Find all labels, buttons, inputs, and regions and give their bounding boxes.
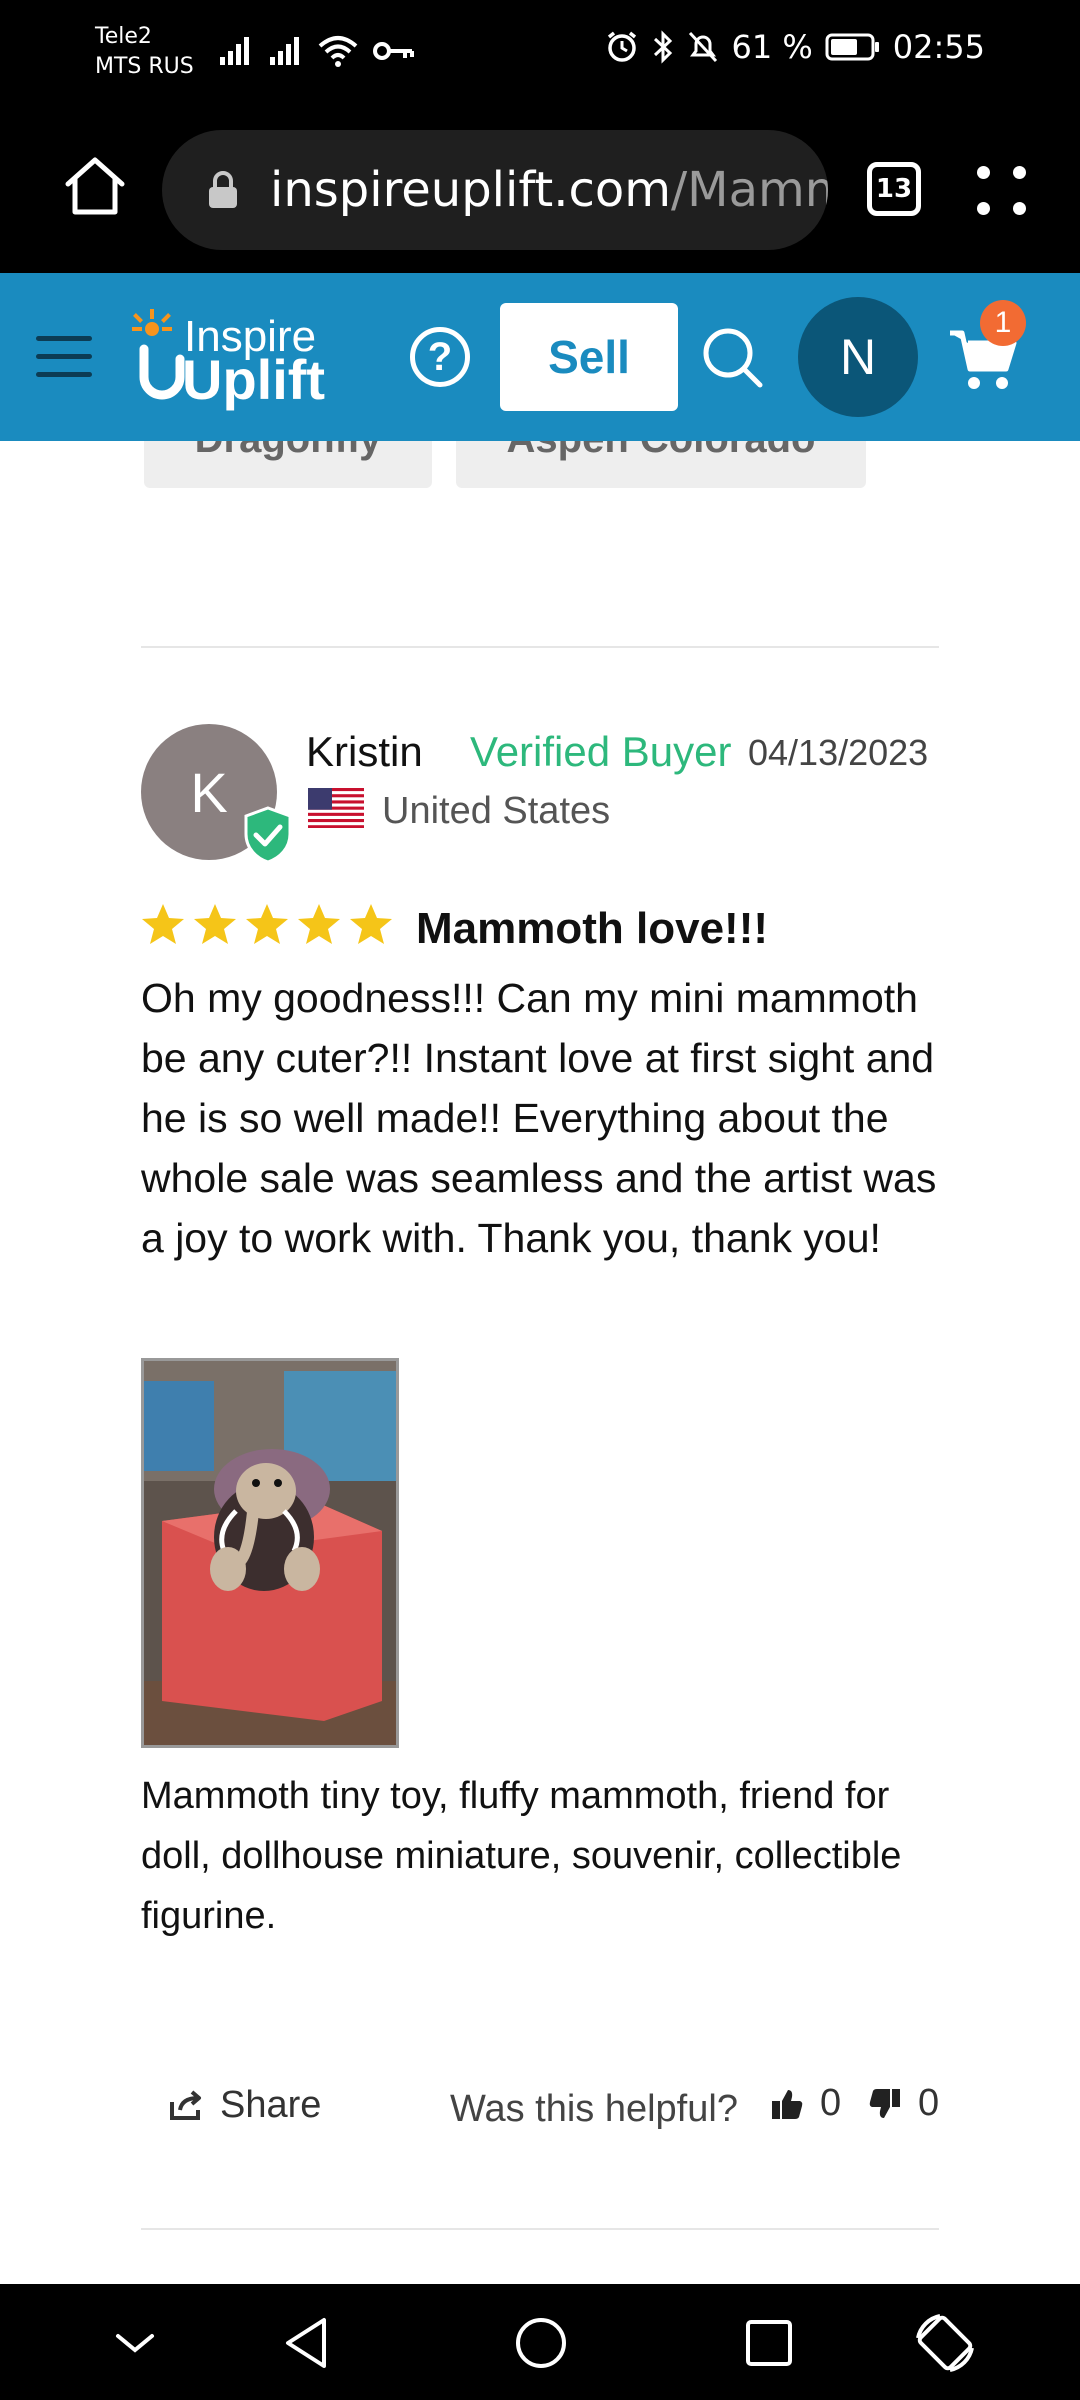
mammoth-toy-photo xyxy=(144,1361,396,1745)
bluetooth-icon xyxy=(654,30,673,64)
reviewer-name: Kristin xyxy=(306,728,423,775)
search-icon[interactable] xyxy=(700,325,764,389)
battery-icon xyxy=(825,33,879,61)
tag-chip[interactable]: Aspen Colorado xyxy=(456,441,866,488)
lock-icon xyxy=(209,171,237,208)
star-icon xyxy=(194,904,236,944)
star-icon xyxy=(246,904,288,944)
review-title: Mammoth love!!! xyxy=(416,904,768,953)
helpful-yes-count: 0 xyxy=(820,2082,842,2124)
carrier-info: Tele2 MTS RUS xyxy=(95,22,194,82)
helpful-yes-button[interactable]: 0 xyxy=(770,2082,841,2125)
share-label: Share xyxy=(220,2084,322,2126)
star-icon xyxy=(350,904,392,944)
back-icon[interactable] xyxy=(274,2308,344,2378)
section-divider xyxy=(141,646,939,648)
address-bar[interactable]: inspireuplift.com/Mamm xyxy=(162,130,828,250)
logo-text-uplift: Uplift xyxy=(182,348,325,411)
wifi-icon xyxy=(318,36,358,67)
browser-toolbar: inspireuplift.com/Mamm 13 xyxy=(0,110,1080,273)
cart-count-badge: 1 xyxy=(980,300,1026,346)
url-text: inspireuplift.com/Mamm xyxy=(270,162,828,218)
status-right: 61 % 02:55 xyxy=(605,28,985,66)
vpn-key-icon xyxy=(373,42,414,60)
site-header: Inspire Uplift ? Sell N xyxy=(0,273,1080,441)
review-date: 04/13/2023 xyxy=(748,732,929,773)
share-button[interactable]: Share xyxy=(168,2084,321,2127)
system-nav-bar xyxy=(0,2284,1080,2400)
review-photo[interactable] xyxy=(141,1358,399,1748)
rotate-screen-icon[interactable] xyxy=(910,2308,980,2378)
star-icon xyxy=(298,904,340,944)
user-avatar-button[interactable]: N xyxy=(798,297,918,417)
recents-icon[interactable] xyxy=(734,2308,804,2378)
url-path: /Mamm xyxy=(671,162,828,218)
browser-menu-icon[interactable] xyxy=(975,164,1029,218)
signal-icons xyxy=(218,34,416,68)
thumbs-down-icon xyxy=(869,2088,900,2118)
share-icon xyxy=(170,2089,201,2120)
sell-button[interactable]: Sell xyxy=(500,303,678,411)
url-domain: inspireuplift.com xyxy=(270,162,671,218)
carrier-name-2: MTS RUS xyxy=(95,54,194,79)
home-nav-icon[interactable] xyxy=(506,2308,576,2378)
verified-buyer-label: Verified Buyer xyxy=(470,728,732,775)
home-icon[interactable] xyxy=(62,154,128,220)
verified-badge-icon xyxy=(244,806,292,864)
status-bar: Tele2 MTS RUS 61 % 02:55 xyxy=(0,0,1080,110)
helpful-label: Was this helpful? xyxy=(450,2088,738,2130)
us-flag-icon xyxy=(308,788,364,828)
section-divider xyxy=(141,2228,939,2230)
battery-percent: 61 % xyxy=(731,28,813,66)
alarm-icon xyxy=(608,31,637,62)
signal-icon xyxy=(220,37,249,65)
hamburger-menu-icon[interactable] xyxy=(36,336,92,378)
thumbs-up-icon xyxy=(772,2089,803,2119)
star-icon xyxy=(142,904,184,944)
inspire-uplift-logo[interactable]: Inspire Uplift xyxy=(124,299,364,417)
mute-icon xyxy=(689,31,718,63)
reviewer-country: United States xyxy=(382,790,611,832)
star-rating xyxy=(141,902,393,946)
clock: 02:55 xyxy=(892,28,985,66)
chevron-down-icon[interactable] xyxy=(100,2308,170,2378)
helpful-no-count: 0 xyxy=(918,2082,940,2124)
tag-chip[interactable]: Dragonfly xyxy=(144,441,432,488)
signal-icon xyxy=(270,37,299,65)
carrier-name-1: Tele2 xyxy=(95,24,152,49)
helpful-no-button[interactable]: 0 xyxy=(868,2082,939,2125)
tab-switcher-button[interactable]: 13 xyxy=(867,162,921,216)
photo-caption: Mammoth tiny toy, fluffy mammoth, friend… xyxy=(141,1775,902,1937)
help-button[interactable]: ? xyxy=(410,327,470,387)
review-body: Oh my goodness!!! Can my mini mammoth be… xyxy=(141,975,937,1261)
page-content: Dragonfly Aspen Colorado K Kristin Verif… xyxy=(0,441,1080,2400)
